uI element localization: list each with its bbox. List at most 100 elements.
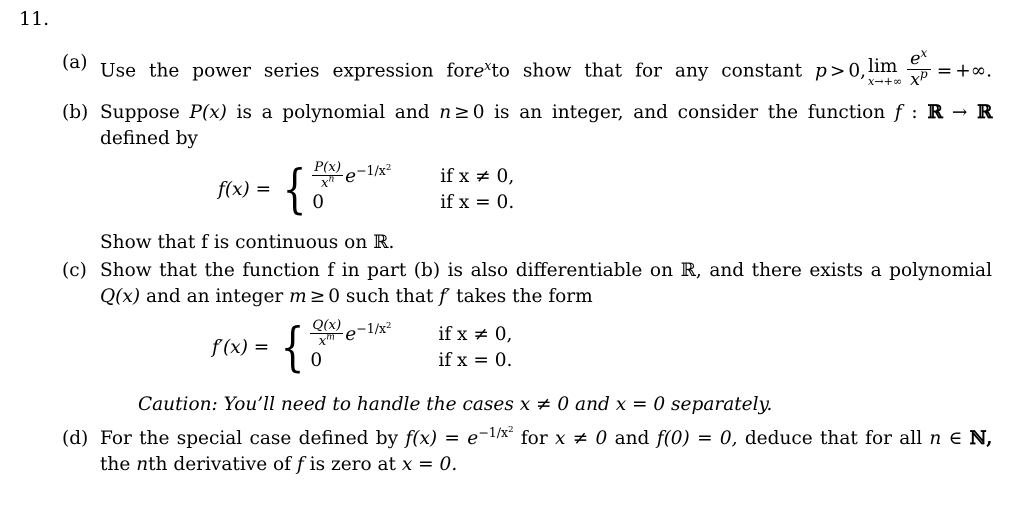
part-c-line-1: Show that the function f in part (b) is … <box>100 259 992 281</box>
equation-f-lhs: f(x) = <box>218 178 272 200</box>
limit-subscript: x→+∞ <box>868 75 903 89</box>
left-brace-icon: { <box>282 159 307 220</box>
equation-f-case-2-condition: if x = 0. <box>440 191 515 213</box>
limit-fraction: ex xp <box>907 46 931 90</box>
part-d-text-2: for <box>520 427 548 449</box>
math-n: n <box>439 101 452 123</box>
math-function-f: f <box>894 101 902 123</box>
fraction-Q-over-xm: Q(x) xm <box>310 318 344 349</box>
math-x-equals-zero: x = 0. <box>401 453 458 475</box>
equation-fprime-lhs: f′(x) = <box>212 336 270 358</box>
math-arrow: → <box>951 101 968 123</box>
part-b-text-3: is an integer, and consider the function <box>494 101 886 123</box>
equation-fprime-case-2-condition: if x = 0. <box>438 349 513 371</box>
equation-f-case-1-condition: if x ≠ 0, <box>440 165 515 187</box>
math-reals-codomain: ℝ <box>977 101 992 123</box>
math-fx-equals: f(x) = <box>405 427 460 449</box>
math-colon: : <box>911 101 918 123</box>
part-d-text-4: deduce that for all <box>744 427 923 449</box>
part-c: (c) Show that the function f in part (b)… <box>62 258 992 424</box>
math-zero: 0, <box>848 60 867 82</box>
equation-f-definition: f(x) = { P(x) xn e−1/x2 if x ≠ 0, 0 if x =… <box>100 159 992 220</box>
math-polynomial-Q: Q(x) <box>100 285 141 307</box>
part-d-body: For the special case defined by f(x) = e… <box>100 424 993 478</box>
equation-f-case-1: P(x) xn e−1/x2 if x ≠ 0, <box>312 161 515 192</box>
part-b-line-1: Suppose P(x) is a polynomial and n ≥0 is … <box>100 100 992 126</box>
part-a-label: (a) <box>62 52 88 73</box>
part-b-text-1: Suppose <box>100 101 180 123</box>
part-b: (b) Suppose P(x) is a polynomial and n ≥0… <box>62 100 992 256</box>
document-page: 11. (a) Use the power series expression … <box>0 0 1024 506</box>
caution-note: Caution: You’ll need to handle the cases… <box>138 393 773 415</box>
math-zero: 0 <box>328 285 341 307</box>
equation-f-cases: P(x) xn e−1/x2 if x ≠ 0, 0 if x = 0. <box>312 161 515 216</box>
part-a-text-2: to show that for any constant <box>491 60 803 82</box>
math-geq: ≥ <box>454 101 470 123</box>
fraction-numerator: ex <box>910 46 928 69</box>
math-m: m <box>289 285 307 307</box>
math-polynomial-P: P(x) <box>189 101 227 123</box>
fraction-P-over-xn: P(x) xn <box>312 161 344 191</box>
equation-f-case-2: 0 if x = 0. <box>312 190 514 216</box>
equation-f-case-1-expression: P(x) xn e−1/x2 <box>312 161 440 192</box>
math-exponential: e−1/x2 <box>467 424 514 449</box>
math-greater-than: > <box>829 60 846 82</box>
math-zero: 0 <box>472 101 485 123</box>
part-d-text-3: and <box>614 427 650 449</box>
equation-fprime-cases: Q(x) xm e−1/x2 if x ≠ 0, 0 if x = 0. <box>310 318 513 374</box>
math-exponential: e−1/x2 <box>345 320 392 345</box>
equation-fprime-case-1-condition: if x ≠ 0, <box>438 323 513 345</box>
equation-fprime-case-2-expression: 0 <box>310 349 323 371</box>
part-d: (d) For the special case defined by f(x)… <box>62 424 993 478</box>
exponential-exponent: −1/x2 <box>356 320 392 336</box>
part-b-body: Suppose P(x) is a polynomial and n ≥0 is … <box>100 100 992 256</box>
math-function-f: f <box>296 453 304 475</box>
problem-number: 11. <box>19 8 50 30</box>
math-n: n <box>929 427 942 449</box>
math-nth: n <box>136 453 149 475</box>
math-result-infinity: +∞. <box>955 60 993 82</box>
math-naturals: ℕ, <box>969 427 993 449</box>
part-a-text-1: Use the power series expression for <box>100 60 474 82</box>
exponential-exponent: −1/x2 <box>478 424 514 440</box>
part-c-line-2: Q(x) and an integer m ≥0 such that f′ tak… <box>100 284 992 310</box>
part-a: (a) Use the power series expression fore… <box>62 46 993 90</box>
part-a-body: Use the power series expression forexto … <box>100 46 993 90</box>
part-d-text-6: th derivative of <box>148 453 292 475</box>
fraction-numerator: Q(x) <box>312 318 342 334</box>
part-c-text-2: such that <box>345 285 434 307</box>
exponential-exponent: −1/x2 <box>356 162 392 178</box>
limit-operator: lim x→+∞ <box>868 57 903 89</box>
equation-fprime-case-2: 0 if x = 0. <box>310 348 512 374</box>
math-exp-function: ex <box>473 57 492 82</box>
part-c-text-1: and an integer <box>145 285 284 307</box>
equation-fprime-case-1-expression: Q(x) xm e−1/x2 <box>310 318 438 350</box>
math-f-of-zero: f(0) = 0, <box>656 427 738 449</box>
math-f-prime: f′ <box>439 285 451 307</box>
part-b-text-2: is a polynomial and <box>236 101 430 123</box>
math-geq: ≥ <box>309 285 326 307</box>
math-element-of: ∈ <box>948 427 963 449</box>
part-d-label: (d) <box>62 427 89 449</box>
equation-fprime-case-1: Q(x) xm e−1/x2 if x ≠ 0, <box>310 318 513 350</box>
part-d-line-2: the nth derivative of f is zero at x = 0… <box>100 452 992 478</box>
equation-f-case-2-expression: 0 <box>312 191 324 213</box>
part-a-line: Use the power series expression forexto … <box>100 46 993 90</box>
part-c-label: (c) <box>62 259 87 281</box>
part-d-text-1: For the special case defined by <box>100 427 399 449</box>
math-exponential: e−1/x2 <box>345 162 392 187</box>
fraction-denominator: xn <box>312 175 344 191</box>
parts-list: (a) Use the power series expression fore… <box>62 46 993 478</box>
left-brace-icon: { <box>280 317 305 378</box>
part-d-line-1: For the special case defined by f(x) = e… <box>100 424 993 452</box>
part-c-body: Show that the function f in part (b) is … <box>100 258 992 424</box>
part-b-line-2: defined by <box>100 127 199 149</box>
part-d-text-5: the <box>100 453 131 475</box>
part-b-label: (b) <box>62 101 89 123</box>
equation-fprime-definition: f′(x) = { Q(x) xm e−1/x2 if x ≠ 0, 0 if x … <box>100 317 992 378</box>
part-b-closing: Show that f is continuous on ℝ. <box>100 231 395 253</box>
part-d-text-7: is zero at <box>309 453 396 475</box>
part-c-text-3: takes the form <box>456 285 593 307</box>
fraction-denominator: xm <box>310 333 344 349</box>
math-x-neq-zero: x ≠ 0 <box>554 427 608 449</box>
